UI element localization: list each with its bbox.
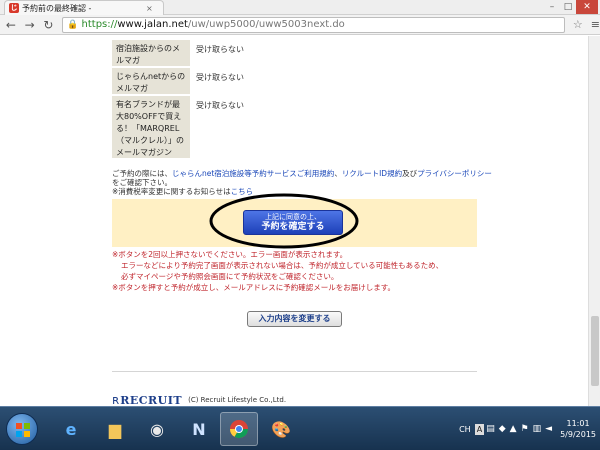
- taskbar-explorer[interactable]: ▆: [96, 412, 134, 446]
- window-close-icon[interactable]: ✕: [576, 0, 598, 14]
- bookmark-star-icon[interactable]: ☆: [573, 18, 583, 31]
- recruit-logo: RECRUIT: [120, 393, 183, 407]
- folder-icon: ▆: [108, 419, 122, 439]
- network-icon[interactable]: ▥: [533, 424, 542, 434]
- warning-line: ※ボタンを2回以上押さないでください。エラー画面が表示されます。: [112, 250, 348, 259]
- warning-line: 必ずマイページや予約照会画面にて予約状況をご確認ください。: [121, 272, 339, 281]
- option-row: 宿泊施設からのメルマガ 受け取らない: [112, 40, 412, 66]
- page-content: 宿泊施設からのメルマガ 受け取らない じゃらんnetからのメルマガ 受け取らない…: [0, 36, 588, 406]
- minimize-icon[interactable]: –: [544, 0, 560, 14]
- scrollbar-thumb[interactable]: [591, 316, 599, 386]
- privacy-policy-link[interactable]: プライバシーポリシー: [417, 169, 492, 178]
- highlight-ellipse: [209, 193, 359, 249]
- recruit-logo-icon: ʀ: [112, 393, 120, 406]
- internet-explorer-icon: e: [65, 419, 77, 439]
- volume-icon[interactable]: ◄: [545, 424, 552, 434]
- page-scrollbar[interactable]: [588, 36, 600, 406]
- url-host: www.jalan.net: [117, 19, 188, 30]
- reload-icon[interactable]: ↻: [41, 17, 57, 33]
- window-controls: – □ ✕: [544, 0, 598, 15]
- url-path: /uw/uwp5000/uww5003next.do: [187, 19, 345, 30]
- forward-icon[interactable]: →: [22, 17, 38, 33]
- url-scheme: https://: [81, 19, 118, 30]
- clock-time: 11:01: [566, 419, 590, 428]
- maximize-icon[interactable]: □: [560, 0, 576, 14]
- option-value: 受け取らない: [196, 101, 244, 110]
- terms-of-service-link[interactable]: じゃらんnet宿泊施設等予約サービスご利用規約: [172, 169, 334, 178]
- notice-suffix: をご確認下さい。: [112, 178, 172, 187]
- tray-icon[interactable]: ▤: [486, 424, 495, 434]
- option-value: 受け取らない: [196, 73, 244, 82]
- action-center-icon[interactable]: ⚑: [521, 424, 529, 434]
- option-row: じゃらんnetからのメルマガ 受け取らない: [112, 68, 412, 94]
- copyright-text: (C) Recruit Lifestyle Co.,Ltd.: [188, 396, 287, 404]
- screen: じ 予約前の最終確認 - × – □ ✕ ← → ↻ 🔒 https:// ww…: [0, 0, 600, 450]
- browser-tab[interactable]: じ 予約前の最終確認 - ×: [4, 0, 164, 15]
- tray-icon[interactable]: ◆: [499, 424, 506, 434]
- language-indicator[interactable]: CH: [459, 425, 471, 434]
- warning-line: ※ボタンを押すと予約が成立し、メールアドレスに予約確認メールをお届けします。: [112, 283, 396, 292]
- paint-icon: 🎨: [271, 419, 291, 439]
- menu-icon[interactable]: ≡: [591, 18, 600, 31]
- app-icon: ◉: [150, 419, 164, 439]
- chrome-icon: [230, 420, 248, 439]
- jalan-favicon-icon: じ: [9, 3, 19, 13]
- address-bar[interactable]: 🔒 https:// www.jalan.net /uw/uwp5000/uww…: [62, 16, 565, 33]
- lock-icon: 🔒: [67, 19, 79, 30]
- footer-divider: [112, 371, 477, 372]
- notice-sep: 、: [334, 169, 342, 178]
- app-icon: N: [192, 419, 206, 439]
- taskbar-chrome[interactable]: [220, 412, 258, 446]
- windows-logo-icon: [16, 423, 30, 437]
- tray-expand-icon[interactable]: ▲: [510, 424, 517, 434]
- change-input-button[interactable]: 入力内容を変更する: [247, 311, 342, 327]
- browser-toolbar: ← → ↻ 🔒 https:// www.jalan.net /uw/uwp50…: [0, 15, 600, 35]
- option-label: じゃらんnetからのメルマガ: [112, 68, 190, 94]
- taskbar-ie[interactable]: e: [52, 412, 90, 446]
- option-value: 受け取らない: [196, 45, 244, 54]
- option-row: 有名ブランドが最大80%OFFで買える！「MARQREL（マルクレル）」のメール…: [112, 96, 412, 158]
- taskbar-app-4[interactable]: N: [180, 412, 218, 446]
- system-tray: CH A ▤ ◆ ▲ ⚑ ▥ ◄ 11:01 5/9/2015: [459, 407, 596, 450]
- footer: ʀ RECRUIT (C) Recruit Lifestyle Co.,Ltd.: [112, 393, 286, 406]
- option-label: 有名ブランドが最大80%OFFで買える！「MARQREL（マルクレル）」のメール…: [112, 96, 190, 158]
- taskbar-app-3[interactable]: ◉: [138, 412, 176, 446]
- tab-close-icon[interactable]: ×: [146, 4, 153, 13]
- recruit-id-terms-link[interactable]: リクルートID規約: [342, 169, 402, 178]
- tab-title: 予約前の最終確認 -: [22, 3, 92, 13]
- notice-sep: 及び: [402, 169, 418, 178]
- terms-line: ご予約の際には、じゃらんnet宿泊施設等予約サービスご利用規約、リクルートID規…: [112, 169, 492, 187]
- ime-icon[interactable]: A: [474, 423, 485, 435]
- notice-prefix: ご予約の際には、: [112, 169, 172, 178]
- start-button[interactable]: [6, 413, 38, 445]
- browser-titlebar: じ 予約前の最終確認 - × – □ ✕: [0, 0, 600, 15]
- taskbar-paint[interactable]: 🎨: [262, 412, 300, 446]
- clock[interactable]: 11:01 5/9/2015: [560, 418, 596, 440]
- option-label: 宿泊施設からのメルマガ: [112, 40, 190, 66]
- warning-notes: ※ボタンを2回以上押さないでください。エラー画面が表示されます。 エラーなどによ…: [112, 249, 482, 293]
- warning-line: エラーなどにより予約完了画面が表示されない場合は、予約が成立している可能性もある…: [121, 261, 444, 270]
- back-icon[interactable]: ←: [3, 17, 19, 33]
- clock-date: 5/9/2015: [560, 430, 596, 439]
- windows-taskbar: e ▆ ◉ N 🎨 CH A ▤ ◆ ▲ ⚑ ▥ ◄ 11:01 5/9/201…: [0, 406, 600, 450]
